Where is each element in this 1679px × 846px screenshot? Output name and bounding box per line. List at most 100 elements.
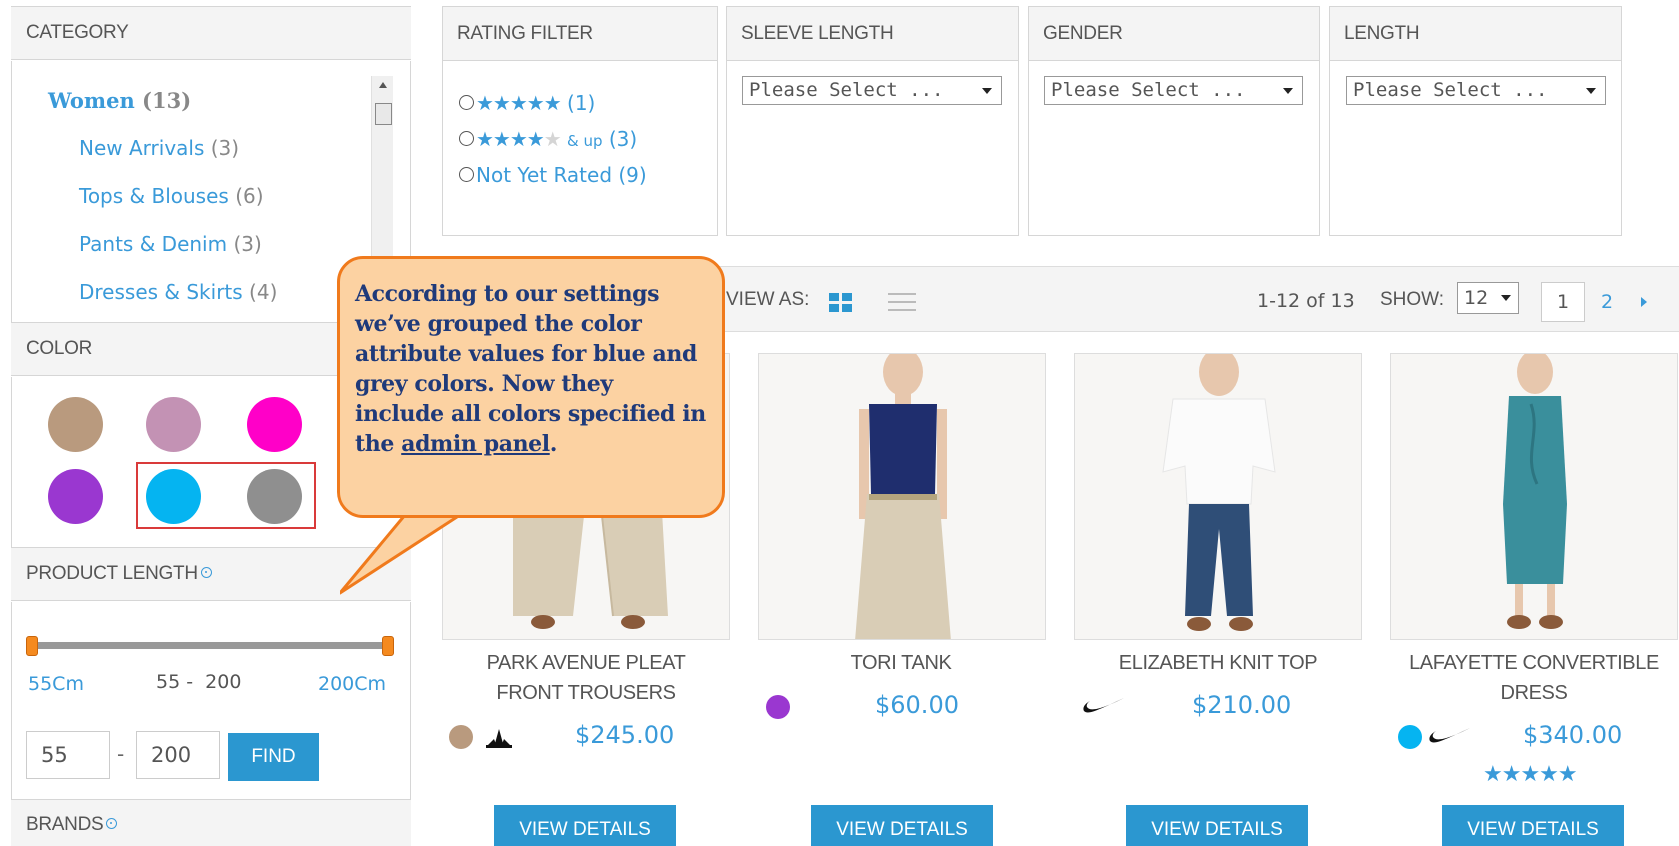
view-as-label: VIEW AS: [726, 289, 810, 310]
category-label: Women [48, 88, 135, 113]
rating-option-4-stars[interactable]: ★★★★★ & up (3) [459, 127, 733, 151]
info-icon[interactable] [106, 818, 118, 830]
color-title: COLOR [26, 338, 93, 359]
product-color-dot [766, 695, 790, 719]
chevron-down-icon [1586, 88, 1596, 94]
not-rated-label: Not Yet Rated [476, 163, 613, 187]
product-star-rating: ★★★★★ [1483, 762, 1578, 787]
admin-panel-link[interactable]: admin panel [401, 431, 550, 457]
product-image-elizabeth-knit[interactable] [1074, 353, 1362, 640]
min-length-input[interactable]: 55 [26, 731, 110, 779]
category-label: New Arrivals [79, 136, 205, 160]
page-link-2[interactable]: 2 [1601, 291, 1613, 313]
product-image-lafayette-dress[interactable] [1390, 353, 1678, 640]
show-label: SHOW: [1380, 289, 1445, 310]
find-button[interactable]: FIND [228, 733, 319, 781]
color-swatch-purple[interactable] [48, 469, 103, 524]
radio-button[interactable] [459, 131, 474, 146]
max-length-input[interactable]: 200 [136, 731, 220, 779]
color-swatch-mauve[interactable] [146, 397, 201, 452]
category-count: (3) [233, 232, 262, 256]
and-up-label: & up [567, 132, 603, 150]
length-slider-max-handle[interactable] [382, 636, 394, 656]
gender-select[interactable]: Please Select ... [1044, 76, 1303, 105]
product-name-line: TORI TANK [850, 652, 952, 674]
rating-count: (1) [567, 91, 596, 115]
brands-header: BRANDS [11, 799, 411, 846]
tank-photo [759, 354, 1045, 639]
category-count: (13) [142, 88, 192, 113]
view-details-button[interactable]: VIEW DETAILS [494, 805, 676, 846]
category-item-dresses-skirts[interactable]: Dresses & Skirts (4) [79, 280, 277, 304]
product-price: $60.00 [875, 691, 959, 719]
callout-text-end: . [549, 431, 558, 457]
min-length-label: 55Cm [28, 673, 84, 695]
view-details-button[interactable]: VIEW DETAILS [1442, 805, 1624, 846]
sleeve-length-title: SLEEVE LENGTH [727, 7, 1018, 61]
color-swatch-tan[interactable] [48, 397, 103, 452]
radio-button[interactable] [459, 95, 474, 110]
length-slider-min-handle[interactable] [26, 636, 38, 656]
length-select[interactable]: Please Select ... [1346, 76, 1606, 105]
product-image-tori-tank[interactable] [758, 353, 1046, 640]
max-length-label: 200Cm [318, 673, 387, 695]
chevron-down-icon [1501, 295, 1511, 301]
category-label: Dresses & Skirts [79, 280, 243, 304]
stars-empty: ★ [543, 127, 562, 151]
nike-logo-icon [1083, 698, 1124, 713]
dress-photo [1391, 354, 1677, 639]
results-count: 1-12 of 13 [1257, 290, 1355, 312]
category-item-new-arrivals[interactable]: New Arrivals (3) [79, 136, 239, 160]
product-name[interactable]: TORI TANK [741, 648, 1061, 678]
gender-panel: GENDER [1028, 6, 1320, 236]
category-count: (6) [235, 184, 264, 208]
scroll-thumb[interactable] [375, 103, 392, 125]
info-icon[interactable] [200, 567, 212, 579]
category-header: CATEGORY [11, 6, 411, 60]
color-swatch-magenta[interactable] [247, 397, 302, 452]
product-name[interactable]: PARK AVENUE PLEAT FRONT TROUSERS [426, 648, 746, 708]
product-length-title: PRODUCT LENGTH [26, 563, 198, 584]
brands-title: BRANDS [26, 814, 104, 835]
grid-view-icon[interactable] [829, 293, 853, 313]
star-rating-icon: ★★★★★ [476, 127, 562, 151]
color-swatch-grey[interactable] [247, 469, 302, 524]
category-title: CATEGORY [26, 22, 129, 43]
category-label: Tops & Blouses [79, 184, 229, 208]
callout-pointer [340, 505, 466, 595]
show-per-page-select[interactable]: 12 [1457, 282, 1519, 314]
product-name-line: ELIZABETH KNIT TOP [1118, 652, 1318, 674]
select-value: 12 [1464, 287, 1489, 309]
callout-note: According to our settings we’ve grouped … [337, 256, 725, 518]
rating-option-not-rated[interactable]: Not Yet Rated (9) [459, 163, 733, 187]
length-title: LENGTH [1330, 7, 1621, 61]
product-name-line: FRONT TROUSERS [496, 682, 676, 704]
select-value: Please Select ... [1051, 79, 1246, 101]
category-item-women[interactable]: Women (13) [48, 88, 191, 113]
product-price: $340.00 [1523, 721, 1623, 749]
list-view-icon[interactable] [888, 293, 916, 311]
star-rating-icon: ★★★★★ [476, 91, 562, 115]
view-details-button[interactable]: VIEW DETAILS [1126, 805, 1308, 846]
rating-filter-title: RATING FILTER [443, 7, 717, 61]
length-slider-track[interactable] [28, 642, 392, 649]
category-item-pants-denim[interactable]: Pants & Denim (3) [79, 232, 262, 256]
product-name[interactable]: ELIZABETH KNIT TOP [1058, 648, 1378, 678]
sleeve-length-select[interactable]: Please Select ... [742, 76, 1002, 105]
adidas-logo-icon [486, 729, 512, 748]
radio-button[interactable] [459, 167, 474, 182]
range-separator: - [117, 742, 125, 766]
product-name[interactable]: LAFAYETTE CONVERTIBLE DRESS [1374, 648, 1679, 708]
nike-logo-icon [1429, 728, 1470, 743]
rating-option-5-stars[interactable]: ★★★★★ (1) [459, 91, 733, 115]
view-details-button[interactable]: VIEW DETAILS [811, 805, 993, 846]
scroll-up-arrow-icon[interactable] [379, 82, 387, 88]
rating-count: (9) [618, 163, 647, 187]
category-item-tops-blouses[interactable]: Tops & Blouses (6) [79, 184, 264, 208]
product-color-dot [449, 725, 473, 749]
gender-title: GENDER [1029, 7, 1319, 61]
next-page-arrow-icon[interactable] [1641, 297, 1647, 307]
chevron-down-icon [982, 88, 992, 94]
length-panel: LENGTH [1329, 6, 1622, 236]
color-swatch-blue[interactable] [146, 469, 201, 524]
